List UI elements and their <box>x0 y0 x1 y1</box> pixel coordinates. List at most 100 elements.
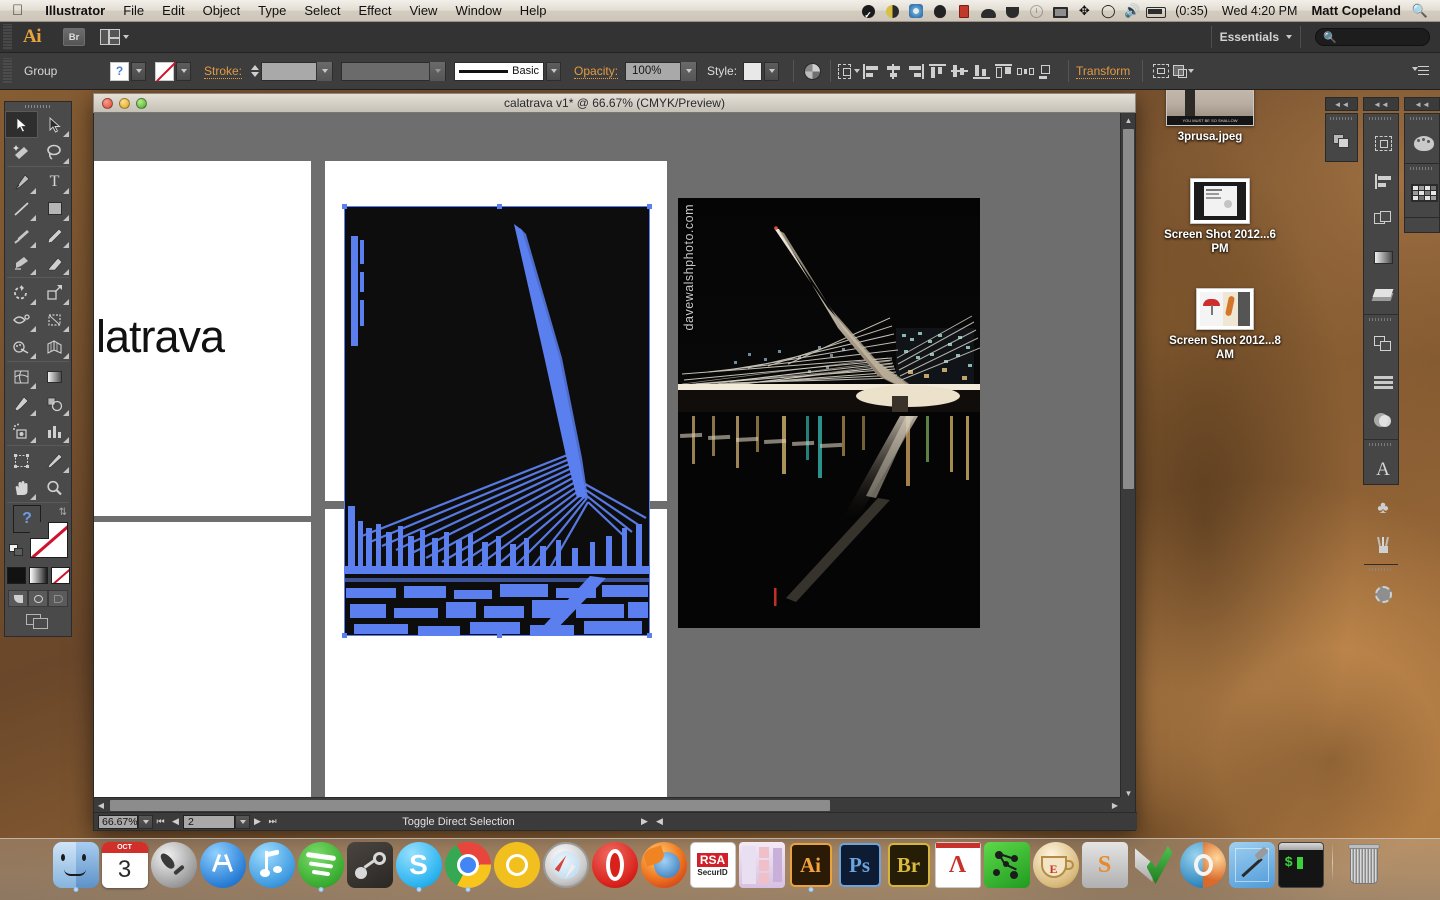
align-left-icon[interactable] <box>860 61 882 82</box>
tools-panel-grip[interactable] <box>5 102 71 111</box>
menu-bar-username[interactable]: Matt Copeland <box>1304 3 1408 18</box>
document-title-bar[interactable]: calatrava v1* @ 66.67% (CMYK/Preview) <box>93 93 1136 113</box>
menu-item-file[interactable]: File <box>114 0 153 22</box>
dock-item-bridge[interactable]: Br <box>886 842 932 888</box>
align-middle-v-icon[interactable] <box>948 61 970 82</box>
distribute-2-icon[interactable] <box>1014 61 1036 82</box>
paintbrush-tool[interactable] <box>5 222 38 249</box>
hand-tool[interactable] <box>5 474 38 501</box>
yin-yang-icon[interactable] <box>880 0 904 22</box>
dock-item-opera[interactable] <box>591 842 638 888</box>
character-panel-icon[interactable]: A <box>1364 450 1402 488</box>
stroke-style-dropdown[interactable] <box>546 61 562 81</box>
dock-item-itunes[interactable] <box>248 842 295 888</box>
artboard-tool[interactable] <box>5 447 38 474</box>
slice-tool[interactable] <box>38 447 71 474</box>
control-bar-grip[interactable] <box>3 58 12 84</box>
stroke-dropdown[interactable] <box>176 61 191 81</box>
line-segment-tool[interactable] <box>5 195 38 222</box>
dock-item-launchpad[interactable] <box>150 842 197 888</box>
artwork-canvas[interactable]: latrava davewalshphoto.com <box>94 113 1122 815</box>
align-right-icon[interactable] <box>904 61 926 82</box>
scroll-left-icon[interactable]: ◀ <box>94 798 108 813</box>
none-swatch[interactable] <box>50 567 70 584</box>
appearance-panel-icon[interactable] <box>1364 325 1402 363</box>
artboard-1[interactable]: latrava <box>94 161 311 516</box>
transform-link[interactable]: Transform <box>1076 64 1131 79</box>
dock-item-chrome[interactable] <box>444 842 491 892</box>
horizontal-scroll-thumb[interactable] <box>110 800 830 811</box>
align-bottom-icon[interactable] <box>970 61 992 82</box>
scale-tool[interactable] <box>38 279 71 306</box>
next-page-icon[interactable]: ▶ <box>250 815 265 829</box>
panel-dock-grip[interactable] <box>1364 440 1398 450</box>
opacity-label[interactable]: Opacity: <box>574 64 619 79</box>
panel-dock-grip[interactable] <box>1364 315 1398 325</box>
transform-panel-icon[interactable] <box>1364 124 1402 162</box>
swatches-panel-icon[interactable] <box>1405 174 1440 212</box>
brushes-panel-icon[interactable] <box>1364 526 1402 564</box>
draw-inside-icon[interactable] <box>48 590 68 607</box>
menu-item-object[interactable]: Object <box>194 0 250 22</box>
dock-item-steam[interactable] <box>346 842 393 888</box>
spotlight-search-icon[interactable]: 🔍 <box>1408 0 1432 22</box>
dock-item-acrobat[interactable]: Λ <box>934 842 981 888</box>
gradient-swatch[interactable] <box>28 567 48 584</box>
swap-fill-stroke-icon[interactable]: ⇅ <box>59 507 67 518</box>
opacity-field[interactable]: 100% <box>625 61 698 81</box>
stroke-weight-field[interactable] <box>261 61 334 81</box>
clipping-mask-icon[interactable] <box>1172 61 1195 82</box>
go-to-bridge-button[interactable]: Br <box>63 28 85 46</box>
vertical-scrollbar[interactable]: ▲ ▼ <box>1120 113 1135 800</box>
dock-item-safari[interactable] <box>542 842 589 888</box>
zoom-dropdown[interactable] <box>138 814 153 829</box>
isolate-selected-object-icon[interactable] <box>1150 61 1172 82</box>
free-transform-tool[interactable] <box>38 306 71 333</box>
lasso-tool[interactable] <box>38 138 71 165</box>
status-menu-icon[interactable]: ▶ <box>637 815 652 829</box>
stroke-profile-dropdown[interactable] <box>429 61 446 81</box>
dock-item-finder[interactable] <box>52 842 99 892</box>
dock-item-cytoscape[interactable] <box>983 842 1030 888</box>
clock-icon[interactable] <box>1024 0 1048 22</box>
zoom-level-field[interactable]: 66.67% <box>98 814 138 829</box>
dock-item-xcode[interactable] <box>1228 842 1275 888</box>
status-resize-icon[interactable]: ◀ <box>652 815 667 829</box>
pencil-tool[interactable] <box>38 222 71 249</box>
artwork-text[interactable]: latrava <box>96 311 225 363</box>
color-swatch[interactable] <box>6 567 26 584</box>
blend-tool[interactable] <box>38 390 71 417</box>
desktop-icon-screenshot-1[interactable]: Screen Shot 2012...6 PM <box>1160 178 1280 256</box>
column-graph-tool[interactable] <box>38 417 71 444</box>
resize-grip[interactable] <box>1120 797 1135 812</box>
eyedropper-tool[interactable] <box>5 390 38 417</box>
panel-dock-grip[interactable] <box>1405 114 1439 124</box>
apple-logo-icon[interactable]:  <box>12 3 23 18</box>
prev-page-icon[interactable]: ◀ <box>168 815 183 829</box>
airport-wifi-icon[interactable]: ◯ <box>1096 0 1120 22</box>
type-tool[interactable]: T <box>38 168 71 195</box>
width-tool[interactable] <box>5 306 38 333</box>
stroke-profile-field[interactable] <box>341 61 447 81</box>
distribute-icon[interactable] <box>992 61 1014 82</box>
menu-item-help[interactable]: Help <box>511 0 556 22</box>
gradient-panel-icon[interactable] <box>1364 238 1402 276</box>
perspective-grid-tool[interactable] <box>38 333 71 360</box>
layers-panel-icon[interactable] <box>1326 124 1357 158</box>
flower-icon[interactable] <box>904 0 928 22</box>
stroke-color-swatch[interactable] <box>155 61 174 81</box>
stroke-weight-label[interactable]: Stroke: <box>204 64 243 79</box>
mesh-tool[interactable] <box>5 363 38 390</box>
fill-color-swatch[interactable]: ? <box>110 61 129 81</box>
symbols-panel-icon[interactable] <box>1364 575 1402 613</box>
panel-dock-grip[interactable] <box>1326 114 1357 124</box>
draw-behind-icon[interactable] <box>28 590 48 607</box>
panel-dock-grip[interactable] <box>1364 114 1398 124</box>
page-dropdown[interactable] <box>235 814 250 829</box>
dock-item-sublime-text[interactable]: S <box>1081 842 1128 888</box>
user-head-icon[interactable] <box>928 0 952 22</box>
menu-item-type[interactable]: Type <box>249 0 295 22</box>
magic-wand-tool[interactable] <box>5 138 38 165</box>
draw-normal-icon[interactable] <box>8 590 28 607</box>
dock-item-photoshop[interactable]: Ps <box>837 842 883 888</box>
